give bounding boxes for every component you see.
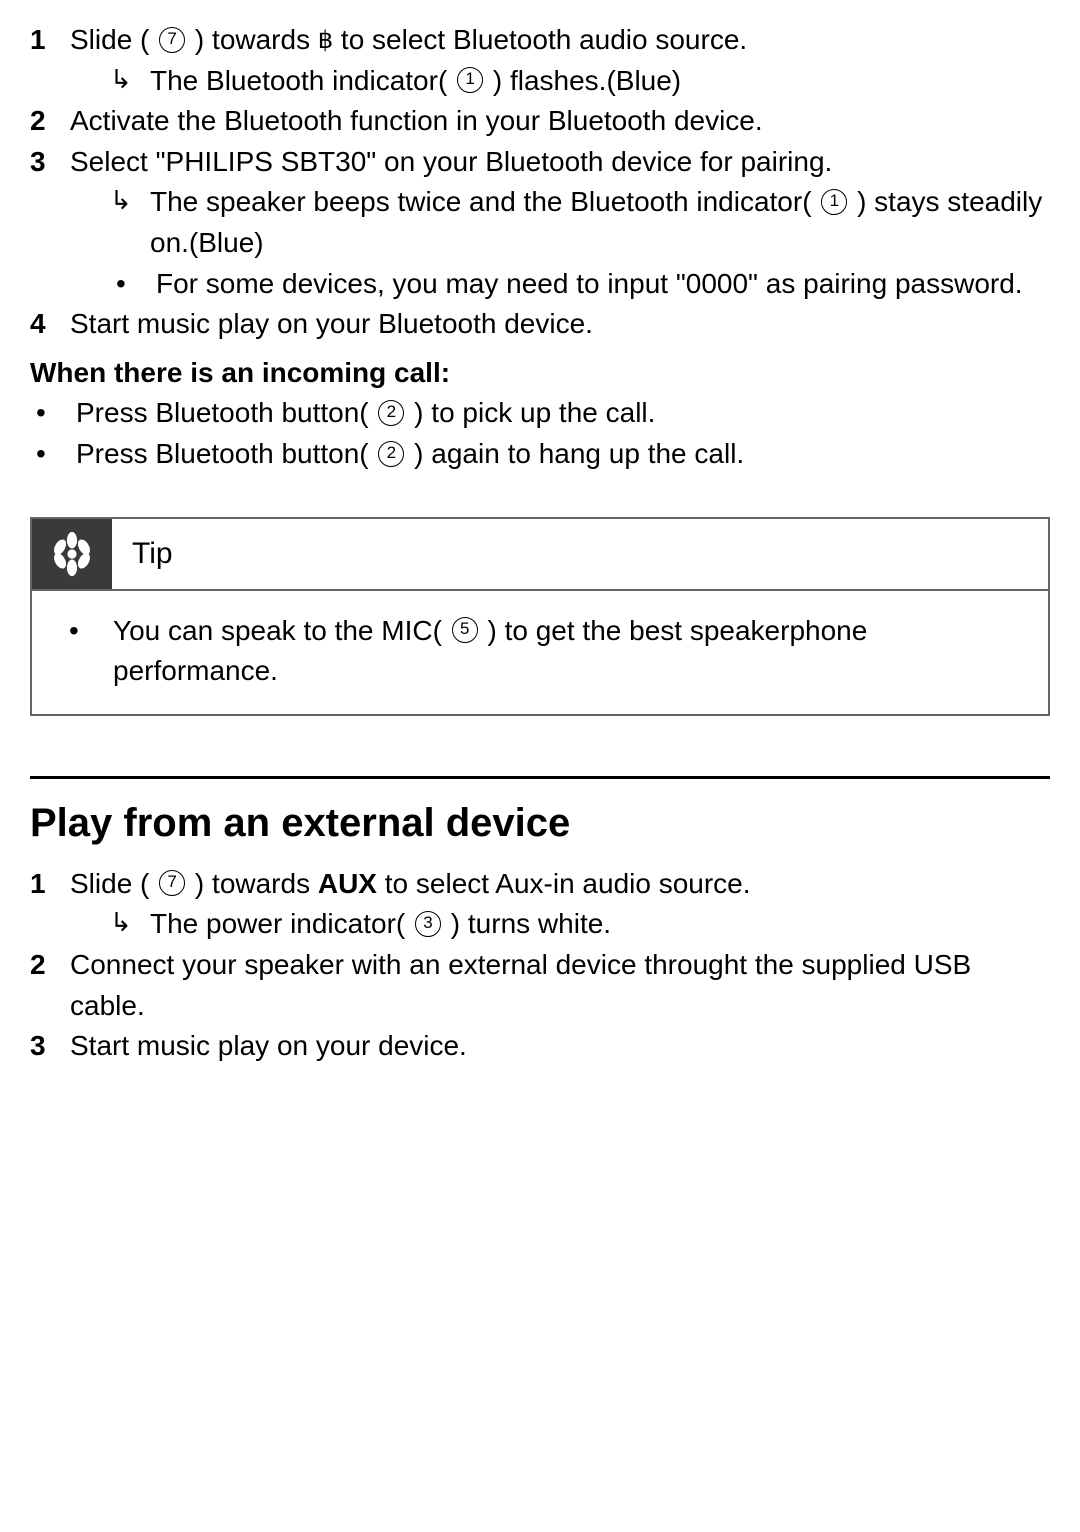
tip-list: • You can speak to the MIC( 5 ) to get t… — [57, 611, 1023, 692]
step-number: 2 — [30, 101, 70, 142]
step-2: 2 Activate the Bluetooth function in you… — [30, 101, 1050, 142]
step-3: 3 Select "PHILIPS SBT30" on your Bluetoo… — [30, 142, 1050, 304]
text: You can speak to the MIC( 5 ) to get the… — [113, 611, 1023, 692]
text: to select Aux-in audio source. — [377, 868, 751, 899]
circled-1-icon: 1 — [457, 67, 483, 93]
step-number: 3 — [30, 1026, 70, 1067]
text: For some devices, you may need to input … — [156, 264, 1050, 305]
result-row: ↳ The Bluetooth indicator( 1 ) flashes.(… — [110, 61, 1050, 102]
list-item: • You can speak to the MIC( 5 ) to get t… — [57, 611, 1023, 692]
section-divider — [30, 776, 1050, 779]
circled-3-icon: 3 — [415, 911, 441, 937]
step-body: Slide ( 7 ) towards ฿ to select Bluetoot… — [70, 20, 1050, 101]
circled-1-icon: 1 — [821, 189, 847, 215]
manual-page: 1 Slide ( 7 ) towards ฿ to select Blueto… — [0, 0, 1080, 1532]
step-body: Connect your speaker with an external de… — [70, 945, 1050, 1026]
result-row: ↳ The power indicator( 3 ) turns white. — [110, 904, 1050, 945]
text: Slide ( — [70, 24, 157, 55]
text: The power indicator( 3 ) turns white. — [150, 904, 1050, 945]
bullet-icon: • — [30, 393, 76, 434]
tip-title: Tip — [112, 537, 173, 571]
sub-steps: ↳ The Bluetooth indicator( 1 ) flashes.(… — [70, 61, 1050, 102]
step-body: Activate the Bluetooth function in your … — [70, 101, 1050, 142]
text: Press Bluetooth button( 2 ) again to han… — [76, 434, 1050, 475]
aux-steps: 1 Slide ( 7 ) towards AUX to select Aux-… — [30, 864, 1050, 1067]
circled-2-icon: 2 — [378, 441, 404, 467]
tip-header: Tip — [32, 519, 1048, 591]
bullet-icon: • — [110, 264, 156, 305]
text: Slide ( — [70, 868, 157, 899]
text: Select "PHILIPS SBT30" on your Bluetooth… — [70, 146, 832, 177]
aux-label: AUX — [318, 868, 377, 899]
arrow-icon: ↳ — [110, 182, 150, 263]
step-body: Select "PHILIPS SBT30" on your Bluetooth… — [70, 142, 1050, 304]
circled-7-icon: 7 — [159, 870, 185, 896]
sub-steps: ↳ The power indicator( 3 ) turns white. — [70, 904, 1050, 945]
step-number: 2 — [30, 945, 70, 1026]
step-3: 3 Start music play on your device. — [30, 1026, 1050, 1067]
tip-icon-box — [32, 519, 112, 589]
section-heading: Play from an external device — [30, 801, 1050, 846]
step-number: 1 — [30, 864, 70, 945]
text: ) towards — [187, 868, 318, 899]
step-2: 2 Connect your speaker with an external … — [30, 945, 1050, 1026]
step-4: 4 Start music play on your Bluetooth dev… — [30, 304, 1050, 345]
text: The Bluetooth indicator( 1 ) flashes.(Bl… — [150, 61, 1050, 102]
text: The speaker beeps twice and the Bluetoot… — [150, 182, 1050, 263]
sub-steps: ↳ The speaker beeps twice and the Blueto… — [70, 182, 1050, 304]
result-row: ↳ The speaker beeps twice and the Blueto… — [110, 182, 1050, 263]
text: Press Bluetooth button( 2 ) to pick up t… — [76, 393, 1050, 434]
bullet-icon: • — [57, 611, 113, 692]
incoming-call-heading: When there is an incoming call: — [30, 353, 1050, 394]
step-number: 1 — [30, 20, 70, 101]
step-number: 4 — [30, 304, 70, 345]
text: to select Bluetooth audio source. — [333, 24, 747, 55]
bluetooth-steps: 1 Slide ( 7 ) towards ฿ to select Blueto… — [30, 20, 1050, 345]
step-1: 1 Slide ( 7 ) towards AUX to select Aux-… — [30, 864, 1050, 945]
arrow-icon: ↳ — [110, 904, 150, 945]
text: ) towards — [187, 24, 318, 55]
tip-box: Tip • You can speak to the MIC( 5 ) to g… — [30, 517, 1050, 716]
note-row: • For some devices, you may need to inpu… — [110, 264, 1050, 305]
circled-7-icon: 7 — [159, 27, 185, 53]
list-item: • Press Bluetooth button( 2 ) to pick up… — [30, 393, 1050, 434]
step-1: 1 Slide ( 7 ) towards ฿ to select Blueto… — [30, 20, 1050, 101]
step-number: 3 — [30, 142, 70, 304]
step-body: Start music play on your Bluetooth devic… — [70, 304, 1050, 345]
step-body: Slide ( 7 ) towards AUX to select Aux-in… — [70, 864, 1050, 945]
asterisk-icon — [49, 531, 95, 577]
arrow-icon: ↳ — [110, 61, 150, 102]
incoming-call-list: • Press Bluetooth button( 2 ) to pick up… — [30, 393, 1050, 474]
circled-2-icon: 2 — [378, 400, 404, 426]
list-item: • Press Bluetooth button( 2 ) again to h… — [30, 434, 1050, 475]
circled-5-icon: 5 — [452, 617, 478, 643]
bullet-icon: • — [30, 434, 76, 475]
bluetooth-icon: ฿ — [318, 27, 333, 54]
tip-content: • You can speak to the MIC( 5 ) to get t… — [32, 591, 1048, 714]
step-body: Start music play on your device. — [70, 1026, 1050, 1067]
